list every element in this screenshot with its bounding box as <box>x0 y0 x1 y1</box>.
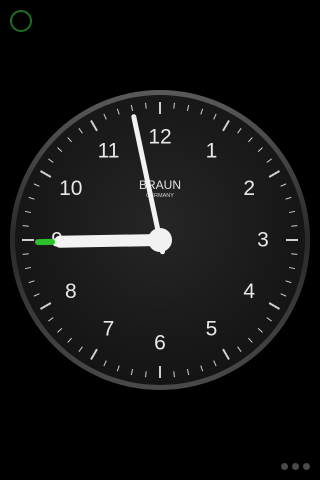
numeral-2: 2 <box>243 177 255 200</box>
numeral-5: 5 <box>206 318 218 341</box>
minute-tick <box>173 102 175 109</box>
status-indicator-ring[interactable] <box>10 10 32 32</box>
minute-tick <box>173 371 175 378</box>
numeral-1: 1 <box>206 139 218 162</box>
numeral-12: 12 <box>148 126 171 149</box>
minute-tick <box>145 371 147 378</box>
numeral-4: 4 <box>243 280 255 303</box>
analog-clock: 121234567891011 BRAUN GERMANY <box>10 90 310 390</box>
page-dot[interactable] <box>281 463 288 470</box>
minute-tick <box>22 253 29 255</box>
numeral-8: 8 <box>65 280 77 303</box>
numeral-3: 3 <box>257 229 269 252</box>
page-indicator[interactable] <box>281 463 310 470</box>
numeral-7: 7 <box>103 318 115 341</box>
page-dot[interactable] <box>303 463 310 470</box>
page-dot[interactable] <box>292 463 299 470</box>
minute-tick <box>291 253 298 255</box>
minute-tick <box>22 225 29 227</box>
hour-hand <box>35 234 166 248</box>
numeral-11: 11 <box>98 139 120 162</box>
numeral-6: 6 <box>154 332 166 355</box>
center-cap <box>148 228 172 252</box>
minute-tick <box>145 102 147 109</box>
minute-tick <box>291 225 298 227</box>
numeral-10: 10 <box>59 177 82 200</box>
